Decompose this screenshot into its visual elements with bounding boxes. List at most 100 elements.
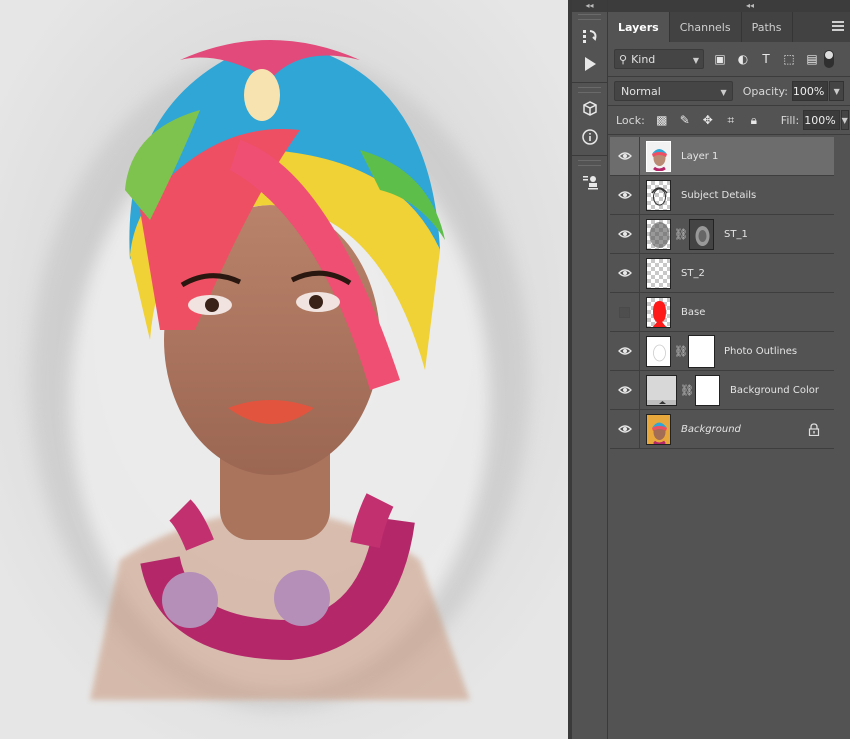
row-separator (608, 134, 850, 135)
lock-image-pixels-icon[interactable]: ✎ (676, 111, 694, 129)
visibility-toggle[interactable] (610, 254, 640, 293)
history-icon[interactable] (572, 22, 608, 50)
info-icon[interactable] (572, 123, 608, 151)
shape-layer-filter-icon[interactable]: ⬚ (779, 49, 799, 69)
type-layer-filter-icon[interactable]: T (756, 49, 776, 69)
collapse-arrows-icon[interactable]: ◂◂ (572, 0, 607, 12)
layer-row-photo-outlines[interactable]: ⛓ Photo Outlines (610, 332, 834, 371)
link-chain-icon[interactable]: ⛓ (674, 228, 686, 241)
layer-thumbnail[interactable] (646, 219, 671, 250)
lock-row: Lock: ▩ ✎ ✥ ⌗ 🔒︎ Fill: 100% ▼ (608, 106, 850, 134)
visibility-toggle[interactable] (610, 371, 640, 410)
layer-thumbnail[interactable] (646, 141, 671, 172)
layer-name[interactable]: ST_1 (724, 229, 748, 240)
layer-row-st-1[interactable]: ⛓ ST_1 (610, 215, 834, 254)
dock-grip[interactable] (578, 160, 601, 166)
lock-icon (808, 423, 820, 436)
filter-icons: ▣ ◐ T ⬚ ▤ (710, 49, 822, 69)
lock-icons: ▩ ✎ ✥ ⌗ 🔒︎ (653, 111, 763, 129)
strip-separator (572, 82, 607, 83)
lock-all-icon[interactable]: 🔒︎ (745, 111, 763, 129)
filter-toggle-switch[interactable] (824, 50, 834, 68)
filter-kind-label: Kind (631, 53, 655, 66)
lock-transparency-icon[interactable]: ▩ (653, 111, 671, 129)
eye-icon (618, 385, 632, 395)
layer-mask-thumbnail[interactable] (689, 219, 714, 250)
panel-menu-icon[interactable] (832, 21, 844, 33)
eye-icon (618, 151, 632, 161)
layer-mask-thumbnail[interactable] (695, 375, 720, 406)
layer-name[interactable]: Photo Outlines (724, 346, 797, 357)
eye-icon (618, 346, 632, 356)
tab-layers[interactable]: Layers (608, 12, 670, 42)
layer-thumbnail[interactable] (646, 180, 671, 211)
photoshop-window: ◂◂ ◂◂ Layers Channels Paths (0, 0, 850, 739)
link-chain-icon[interactable]: ⛓ (674, 345, 686, 358)
layer-name[interactable]: Background Color (730, 385, 819, 396)
layer-name[interactable]: Background (681, 424, 741, 435)
panel-dock-strip: ◂◂ (572, 0, 608, 739)
tab-channels[interactable]: Channels (670, 12, 742, 42)
layer-row-base[interactable]: Base (610, 293, 834, 332)
eye-icon (618, 268, 632, 278)
fill-label: Fill: (781, 114, 799, 127)
layer-row-st-2[interactable]: ST_2 (610, 254, 834, 293)
layer-mask-thumbnail[interactable] (689, 336, 714, 367)
layers-panel: ◂◂ Layers Channels Paths ⚲ Kind ▼ ▣ ◐ T … (608, 0, 850, 739)
blend-mode-select[interactable]: Normal ▼ (614, 81, 733, 101)
search-icon: ⚲ (619, 53, 627, 66)
layer-row-background-color[interactable]: ⛓ Background Color (610, 371, 834, 410)
visibility-toggle[interactable] (610, 137, 640, 176)
eye-icon (618, 190, 632, 200)
layer-row-background[interactable]: Background (610, 410, 834, 449)
layer-thumbnail[interactable] (646, 414, 671, 445)
document-canvas[interactable] (0, 0, 568, 739)
chevron-down-icon: ▼ (693, 56, 699, 65)
layer-name[interactable]: Base (681, 307, 705, 318)
pixel-layer-filter-icon[interactable]: ▣ (710, 49, 730, 69)
dock-grip[interactable] (578, 87, 601, 93)
lock-artboard-icon[interactable]: ⌗ (722, 111, 740, 129)
opacity-input[interactable]: 100% (792, 81, 828, 101)
eye-icon (618, 424, 632, 434)
dock-grip[interactable] (578, 14, 601, 20)
layer-name[interactable]: ST_2 (681, 268, 705, 279)
tab-paths[interactable]: Paths (742, 12, 793, 42)
lock-position-icon[interactable]: ✥ (699, 111, 717, 129)
layer-thumbnail[interactable] (646, 258, 671, 289)
opacity-dropdown-icon[interactable]: ▼ (829, 81, 844, 101)
fill-input[interactable]: 100% (803, 110, 839, 130)
layer-thumbnail[interactable] (646, 297, 671, 328)
collapse-arrows-icon[interactable]: ◂◂ (608, 0, 850, 12)
layer-thumbnail[interactable] (646, 336, 671, 367)
visibility-toggle[interactable] (610, 410, 640, 449)
layer-row-layer-1[interactable]: Layer 1 (610, 137, 834, 176)
smart-object-filter-icon[interactable]: ▤ (802, 49, 822, 69)
filter-kind-select[interactable]: ⚲ Kind ▼ (614, 49, 704, 69)
layer-row-subject-details[interactable]: Subject Details (610, 176, 834, 215)
eye-icon (618, 229, 632, 239)
lock-label: Lock: (616, 114, 645, 127)
visibility-toggle[interactable] (610, 215, 640, 254)
layer-name[interactable]: Layer 1 (681, 151, 718, 162)
layers-list: Layer 1 Subject Details ⛓ (610, 137, 834, 449)
strip-separator (572, 155, 607, 156)
link-chain-icon[interactable]: ⛓ (680, 384, 692, 397)
adjustment-layer-filter-icon[interactable]: ◐ (733, 49, 753, 69)
clone-source-icon[interactable] (572, 168, 608, 196)
panel-tabs: Layers Channels Paths (608, 12, 850, 42)
fill-dropdown-icon[interactable]: ▼ (841, 110, 849, 130)
3d-icon[interactable] (572, 95, 608, 123)
visibility-toggle[interactable] (610, 293, 640, 332)
opacity-label: Opacity: (743, 85, 788, 98)
artwork-portrait (0, 0, 568, 739)
blend-row: Normal ▼ Opacity: 100% ▼ (608, 77, 850, 105)
layer-filter-row: ⚲ Kind ▼ ▣ ◐ T ⬚ ▤ (608, 42, 850, 76)
visibility-toggle[interactable] (610, 176, 640, 215)
chevron-down-icon: ▼ (721, 88, 727, 97)
play-actions-icon[interactable] (572, 50, 608, 78)
layer-name[interactable]: Subject Details (681, 190, 756, 201)
visibility-toggle[interactable] (610, 332, 640, 371)
blend-mode-value: Normal (621, 85, 661, 98)
fill-layer-thumbnail[interactable] (646, 375, 677, 406)
